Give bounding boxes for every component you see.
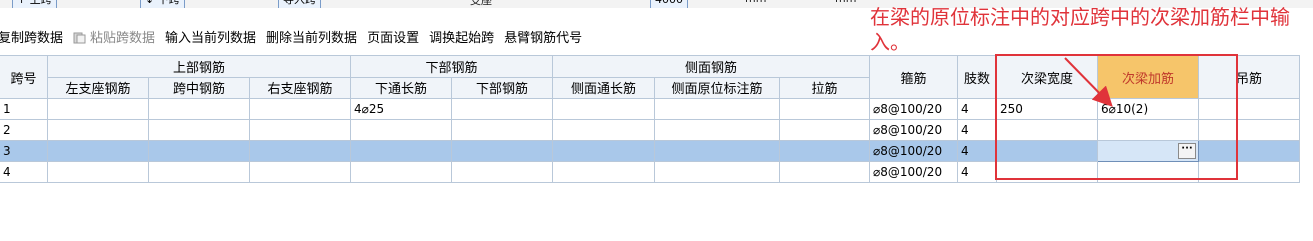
header-hanger-rebar[interactable]: 吊筋 [1198, 55, 1300, 99]
cell-lower-through[interactable]: 4⌀25 [350, 98, 452, 120]
paste-span-data-label: 粘贴跨数据 [90, 30, 156, 46]
cell-side-in-situ[interactable] [654, 140, 780, 162]
unit-label-2: mm [835, 0, 856, 5]
header-lower-rebar-sub[interactable]: 下部钢筋 [451, 76, 553, 99]
cell-hanger[interactable] [1198, 98, 1300, 120]
cell-lower-through[interactable] [350, 140, 452, 162]
cell-secondary-beam-width[interactable] [996, 140, 1098, 162]
cell-span-no[interactable]: 2 [0, 119, 48, 141]
cell-span-no[interactable]: 1 [0, 98, 48, 120]
cell-lower-through[interactable] [350, 119, 452, 141]
cell-lower-through[interactable] [350, 161, 452, 183]
table-row[interactable]: 1 4⌀25 ⌀8@100/20 4 250 6⌀10(2) [0, 98, 1300, 120]
cell-right-support[interactable] [249, 161, 351, 183]
header-side-through-rebar[interactable]: 侧面通长筋 [552, 76, 655, 99]
page-setup-button[interactable]: 页面设置 [367, 27, 419, 46]
cell-right-support[interactable] [249, 140, 351, 162]
beam-span-table: 跨号 上部钢筋 下部钢筋 侧面钢筋 箍筋 肢数 次梁宽度 次梁加筋 吊筋 左支座… [0, 55, 1300, 183]
table-row-selected[interactable]: 3 ⌀8@100/20 4 ··· [0, 140, 1300, 162]
copy-span-data-button[interactable]: 复制跨数据 [0, 27, 63, 46]
cell-stirrup[interactable]: ⌀8@100/20 [869, 161, 958, 183]
cell-right-support[interactable] [249, 119, 351, 141]
unit-label: mm [745, 0, 766, 5]
cell-legs[interactable]: 4 [957, 119, 997, 141]
grid-toolbar: 复制跨数据 粘贴跨数据 输入当前列数据 删除当前列数据 页面设置 调换起始跨 悬… [0, 25, 870, 47]
cell-legs[interactable]: 4 [957, 161, 997, 183]
cell-span-no[interactable]: 3 [0, 140, 48, 162]
header-stirrup[interactable]: 箍筋 [869, 55, 958, 99]
cell-midspan[interactable] [148, 140, 250, 162]
cell-span-no[interactable]: 4 [0, 161, 48, 183]
cell-side-in-situ[interactable] [654, 119, 780, 141]
cell-side-through[interactable] [552, 161, 655, 183]
input-column-data-button[interactable]: 输入当前列数据 [165, 27, 256, 46]
cell-right-support[interactable] [249, 98, 351, 120]
table-row[interactable]: 4 ⌀8@100/20 4 [0, 161, 1300, 183]
delete-column-data-button[interactable]: 删除当前列数据 [266, 27, 357, 46]
ellipsis-button[interactable]: ··· [1178, 143, 1196, 159]
move-down-span-button[interactable]: ↓ 下跨 [140, 0, 185, 8]
swap-start-span-button[interactable]: 调换起始跨 [429, 27, 494, 46]
cell-side-in-situ[interactable] [654, 161, 780, 183]
cell-left-support[interactable] [47, 161, 149, 183]
cell-left-support[interactable] [47, 140, 149, 162]
cell-midspan[interactable] [148, 161, 250, 183]
move-up-span-button[interactable]: ↑ 上跨 [12, 0, 57, 8]
header-tie-rebar[interactable]: 拉筋 [779, 76, 870, 99]
cell-tie[interactable] [779, 98, 870, 120]
cell-tie[interactable] [779, 119, 870, 141]
cell-secondary-beam-rebar[interactable] [1097, 161, 1199, 183]
cell-secondary-beam-rebar[interactable] [1097, 119, 1199, 141]
header-side-in-situ-rebar[interactable]: 侧面原位标注筋 [654, 76, 780, 99]
header-span-no[interactable]: 跨号 [0, 55, 48, 99]
annotation-text: 在梁的原位标注中的对应跨中的次梁加筋栏中输入。 [870, 5, 1290, 54]
cell-stirrup[interactable]: ⌀8@100/20 [869, 119, 958, 141]
cell-hanger[interactable] [1198, 119, 1300, 141]
cell-secondary-beam-rebar-editing[interactable]: ··· [1097, 140, 1199, 162]
cell-side-in-situ[interactable] [654, 98, 780, 120]
cell-secondary-beam-width[interactable] [996, 119, 1098, 141]
cell-lower-rebar[interactable] [451, 119, 553, 141]
cell-stirrup[interactable]: ⌀8@100/20 [869, 98, 958, 120]
cell-secondary-beam-rebar[interactable]: 6⌀10(2) [1097, 98, 1199, 120]
cell-midspan[interactable] [148, 119, 250, 141]
header-midspan-rebar[interactable]: 跨中钢筋 [148, 76, 250, 99]
paste-icon [73, 32, 86, 43]
cell-legs[interactable]: 4 [957, 98, 997, 120]
cell-stirrup[interactable]: ⌀8@100/20 [869, 140, 958, 162]
cell-legs[interactable]: 4 [957, 140, 997, 162]
header-secondary-beam-rebar[interactable]: 次梁加筋 [1097, 55, 1199, 99]
header-legs[interactable]: 肢数 [957, 55, 997, 99]
cell-hanger[interactable] [1198, 140, 1300, 162]
header-lower-rebar[interactable]: 下部钢筋 [350, 55, 553, 78]
header-lower-through-rebar[interactable]: 下通长筋 [350, 76, 452, 99]
length-input[interactable]: 4000 [650, 0, 688, 8]
cell-side-through[interactable] [552, 98, 655, 120]
header-right-support-rebar[interactable]: 右支座钢筋 [249, 76, 351, 99]
table-row[interactable]: 2 ⌀8@100/20 4 [0, 119, 1300, 141]
cell-lower-rebar[interactable] [451, 161, 553, 183]
cell-lower-rebar[interactable] [451, 98, 553, 120]
cell-side-through[interactable] [552, 119, 655, 141]
cell-hanger[interactable] [1198, 161, 1300, 183]
header-side-rebar[interactable]: 侧面钢筋 [552, 55, 870, 78]
header-left-support-rebar[interactable]: 左支座钢筋 [47, 76, 149, 99]
cell-left-support[interactable] [47, 98, 149, 120]
cell-midspan[interactable] [148, 98, 250, 120]
cell-tie[interactable] [779, 140, 870, 162]
cell-lower-rebar[interactable] [451, 140, 553, 162]
cell-tie[interactable] [779, 161, 870, 183]
cell-secondary-beam-width[interactable]: 250 [996, 98, 1098, 120]
cantilever-rebar-code-button[interactable]: 悬臂钢筋代号 [504, 27, 582, 46]
cell-secondary-beam-width[interactable] [996, 161, 1098, 183]
import-span-button[interactable]: 导入跨 [278, 0, 321, 8]
header-upper-rebar[interactable]: 上部钢筋 [47, 55, 351, 78]
cell-left-support[interactable] [47, 119, 149, 141]
support-label: 支座 [470, 0, 492, 7]
paste-span-data-button[interactable]: 粘贴跨数据 [73, 27, 155, 46]
header-secondary-beam-width[interactable]: 次梁宽度 [996, 55, 1098, 99]
cell-side-through[interactable] [552, 140, 655, 162]
